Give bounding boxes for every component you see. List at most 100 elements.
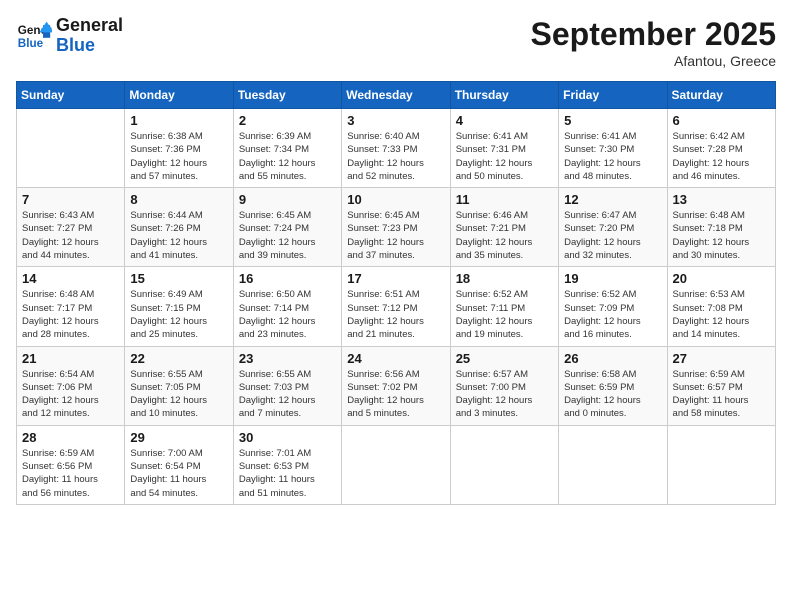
day-number: 7 xyxy=(22,192,119,207)
day-number: 15 xyxy=(130,271,227,286)
day-number: 4 xyxy=(456,113,553,128)
day-number: 11 xyxy=(456,192,553,207)
day-info: Sunrise: 6:45 AM Sunset: 7:23 PM Dayligh… xyxy=(347,209,444,262)
day-info: Sunrise: 6:51 AM Sunset: 7:12 PM Dayligh… xyxy=(347,288,444,341)
day-number: 19 xyxy=(564,271,661,286)
calendar-cell: 17 Sunrise: 6:51 AM Sunset: 7:12 PM Dayli… xyxy=(342,267,450,346)
calendar-cell: 13Sunrise: 6:48 AM Sunset: 7:18 PM Dayli… xyxy=(667,188,775,267)
logo-text-blue: Blue xyxy=(56,36,123,56)
calendar-cell: 18Sunrise: 6:52 AM Sunset: 7:11 PM Dayli… xyxy=(450,267,558,346)
day-info: Sunrise: 6:49 AM Sunset: 7:15 PM Dayligh… xyxy=(130,288,227,341)
calendar-cell xyxy=(342,425,450,504)
day-number: 29 xyxy=(130,430,227,445)
weekday-header-row: SundayMondayTuesdayWednesdayThursdayFrid… xyxy=(17,82,776,109)
calendar-table: SundayMondayTuesdayWednesdayThursdayFrid… xyxy=(16,81,776,505)
calendar-cell: 5 Sunrise: 6:41 AM Sunset: 7:30 PM Daylig… xyxy=(559,109,667,188)
day-info: Sunrise: 6:39 AM Sunset: 7:34 PM Dayligh… xyxy=(239,130,336,183)
weekday-header-saturday: Saturday xyxy=(667,82,775,109)
day-info: Sunrise: 6:43 AM Sunset: 7:27 PM Dayligh… xyxy=(22,209,119,262)
calendar-cell: 21 Sunrise: 6:54 AM Sunset: 7:06 PM Dayli… xyxy=(17,346,125,425)
calendar-week-2: 7 Sunrise: 6:43 AM Sunset: 7:27 PM Daylig… xyxy=(17,188,776,267)
day-number: 18 xyxy=(456,271,553,286)
calendar-cell: 4 Sunrise: 6:41 AM Sunset: 7:31 PM Daylig… xyxy=(450,109,558,188)
day-number: 23 xyxy=(239,351,336,366)
calendar-week-1: 1Sunrise: 6:38 AM Sunset: 7:36 PM Daylig… xyxy=(17,109,776,188)
calendar-cell xyxy=(559,425,667,504)
day-number: 8 xyxy=(130,192,227,207)
calendar-cell: 20 Sunrise: 6:53 AM Sunset: 7:08 PM Dayli… xyxy=(667,267,775,346)
day-info: Sunrise: 6:57 AM Sunset: 7:00 PM Dayligh… xyxy=(456,368,553,421)
day-info: Sunrise: 6:41 AM Sunset: 7:30 PM Dayligh… xyxy=(564,130,661,183)
day-number: 5 xyxy=(564,113,661,128)
day-info: Sunrise: 6:45 AM Sunset: 7:24 PM Dayligh… xyxy=(239,209,336,262)
calendar-cell: 9 Sunrise: 6:45 AM Sunset: 7:24 PM Daylig… xyxy=(233,188,341,267)
calendar-cell: 15 Sunrise: 6:49 AM Sunset: 7:15 PM Dayli… xyxy=(125,267,233,346)
calendar-cell: 26Sunrise: 6:58 AM Sunset: 6:59 PM Dayli… xyxy=(559,346,667,425)
calendar-cell: 1Sunrise: 6:38 AM Sunset: 7:36 PM Daylig… xyxy=(125,109,233,188)
calendar-cell: 12Sunrise: 6:47 AM Sunset: 7:20 PM Dayli… xyxy=(559,188,667,267)
day-info: Sunrise: 6:54 AM Sunset: 7:06 PM Dayligh… xyxy=(22,368,119,421)
day-number: 21 xyxy=(22,351,119,366)
calendar-cell: 25 Sunrise: 6:57 AM Sunset: 7:00 PM Dayli… xyxy=(450,346,558,425)
day-info: Sunrise: 6:40 AM Sunset: 7:33 PM Dayligh… xyxy=(347,130,444,183)
logo-icon: General Blue xyxy=(16,18,52,54)
day-info: Sunrise: 6:46 AM Sunset: 7:21 PM Dayligh… xyxy=(456,209,553,262)
day-info: Sunrise: 6:52 AM Sunset: 7:09 PM Dayligh… xyxy=(564,288,661,341)
day-info: Sunrise: 6:59 AM Sunset: 6:56 PM Dayligh… xyxy=(22,447,119,500)
day-number: 9 xyxy=(239,192,336,207)
day-info: Sunrise: 6:42 AM Sunset: 7:28 PM Dayligh… xyxy=(673,130,770,183)
day-info: Sunrise: 6:56 AM Sunset: 7:02 PM Dayligh… xyxy=(347,368,444,421)
day-info: Sunrise: 6:48 AM Sunset: 7:17 PM Dayligh… xyxy=(22,288,119,341)
weekday-header-wednesday: Wednesday xyxy=(342,82,450,109)
calendar-cell: 10 Sunrise: 6:45 AM Sunset: 7:23 PM Dayli… xyxy=(342,188,450,267)
day-info: Sunrise: 6:53 AM Sunset: 7:08 PM Dayligh… xyxy=(673,288,770,341)
day-number: 6 xyxy=(673,113,770,128)
calendar-cell: 7 Sunrise: 6:43 AM Sunset: 7:27 PM Daylig… xyxy=(17,188,125,267)
day-info: Sunrise: 6:41 AM Sunset: 7:31 PM Dayligh… xyxy=(456,130,553,183)
calendar-cell xyxy=(450,425,558,504)
day-info: Sunrise: 6:55 AM Sunset: 7:05 PM Dayligh… xyxy=(130,368,227,421)
day-number: 30 xyxy=(239,430,336,445)
day-number: 10 xyxy=(347,192,444,207)
day-number: 28 xyxy=(22,430,119,445)
day-number: 24 xyxy=(347,351,444,366)
calendar-cell: 14 Sunrise: 6:48 AM Sunset: 7:17 PM Dayli… xyxy=(17,267,125,346)
location: Afantou, Greece xyxy=(531,53,776,69)
calendar-cell: 27Sunrise: 6:59 AM Sunset: 6:57 PM Dayli… xyxy=(667,346,775,425)
calendar-cell xyxy=(667,425,775,504)
weekday-header-thursday: Thursday xyxy=(450,82,558,109)
calendar-week-3: 14 Sunrise: 6:48 AM Sunset: 7:17 PM Dayli… xyxy=(17,267,776,346)
calendar-week-4: 21 Sunrise: 6:54 AM Sunset: 7:06 PM Dayli… xyxy=(17,346,776,425)
weekday-header-monday: Monday xyxy=(125,82,233,109)
day-info: Sunrise: 6:38 AM Sunset: 7:36 PM Dayligh… xyxy=(130,130,227,183)
calendar-cell: 2 Sunrise: 6:39 AM Sunset: 7:34 PM Daylig… xyxy=(233,109,341,188)
calendar-cell xyxy=(17,109,125,188)
title-block: September 2025 Afantou, Greece xyxy=(531,16,776,69)
day-info: Sunrise: 6:59 AM Sunset: 6:57 PM Dayligh… xyxy=(673,368,770,421)
calendar-cell: 23Sunrise: 6:55 AM Sunset: 7:03 PM Dayli… xyxy=(233,346,341,425)
day-info: Sunrise: 7:00 AM Sunset: 6:54 PM Dayligh… xyxy=(130,447,227,500)
day-number: 13 xyxy=(673,192,770,207)
calendar-cell: 6 Sunrise: 6:42 AM Sunset: 7:28 PM Daylig… xyxy=(667,109,775,188)
day-number: 14 xyxy=(22,271,119,286)
calendar-cell: 3Sunrise: 6:40 AM Sunset: 7:33 PM Daylig… xyxy=(342,109,450,188)
calendar-cell: 19 Sunrise: 6:52 AM Sunset: 7:09 PM Dayli… xyxy=(559,267,667,346)
day-number: 20 xyxy=(673,271,770,286)
calendar-cell: 28 Sunrise: 6:59 AM Sunset: 6:56 PM Dayli… xyxy=(17,425,125,504)
calendar-week-5: 28 Sunrise: 6:59 AM Sunset: 6:56 PM Dayli… xyxy=(17,425,776,504)
day-number: 16 xyxy=(239,271,336,286)
svg-text:Blue: Blue xyxy=(18,37,44,50)
calendar-cell: 8Sunrise: 6:44 AM Sunset: 7:26 PM Daylig… xyxy=(125,188,233,267)
day-number: 26 xyxy=(564,351,661,366)
logo-text-general: General xyxy=(56,16,123,36)
calendar-cell: 22 Sunrise: 6:55 AM Sunset: 7:05 PM Dayli… xyxy=(125,346,233,425)
day-number: 17 xyxy=(347,271,444,286)
day-number: 25 xyxy=(456,351,553,366)
calendar-cell: 30 Sunrise: 7:01 AM Sunset: 6:53 PM Dayli… xyxy=(233,425,341,504)
day-number: 2 xyxy=(239,113,336,128)
day-info: Sunrise: 7:01 AM Sunset: 6:53 PM Dayligh… xyxy=(239,447,336,500)
day-number: 22 xyxy=(130,351,227,366)
day-info: Sunrise: 6:50 AM Sunset: 7:14 PM Dayligh… xyxy=(239,288,336,341)
weekday-header-tuesday: Tuesday xyxy=(233,82,341,109)
page-header: General Blue General Blue September 2025… xyxy=(16,16,776,69)
